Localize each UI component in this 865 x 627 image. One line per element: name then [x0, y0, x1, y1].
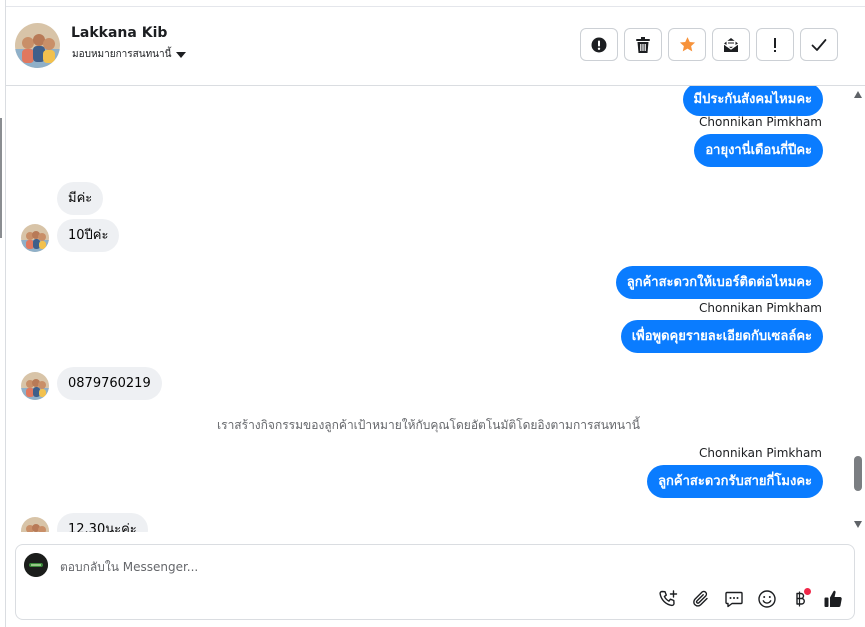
- exclamation-icon: [774, 37, 776, 52]
- baht-icon[interactable]: [789, 588, 811, 610]
- message-thread[interactable]: มีประกันสังคมไหมคะ Chonnikan Pimkham อาย…: [6, 86, 851, 532]
- checkmark-icon: [811, 38, 827, 51]
- page-avatar: [24, 553, 48, 577]
- contact-avatar-small: [21, 224, 49, 252]
- message-bubble-outgoing[interactable]: ลูกค้าสะดวกรับสายกี่โมงคะ: [647, 465, 823, 498]
- report-spam-button[interactable]: [580, 28, 618, 61]
- sender-name: Chonnikan Pimkham: [699, 301, 822, 315]
- caret-down-icon: [176, 52, 187, 58]
- system-note: เราสร้างกิจกรรมของลูกค้าเป้าหมายให้กับคุ…: [217, 418, 640, 432]
- composer-tools: [657, 588, 844, 610]
- star-icon: [679, 37, 695, 52]
- follow-up-button[interactable]: [756, 28, 794, 61]
- sender-name: Chonnikan Pimkham: [699, 446, 822, 460]
- message-bubble-incoming[interactable]: 10ปีค่ะ: [57, 219, 120, 252]
- conversation-header: Lakkana Kib มอบหมายการสนทนานี้: [6, 7, 865, 86]
- paperclip-icon[interactable]: [690, 588, 712, 610]
- contact-avatar-small: [21, 372, 49, 400]
- mark-unread-button[interactable]: [712, 28, 750, 61]
- message-bubble-outgoing[interactable]: มีประกันสังคมไหมคะ: [682, 86, 823, 116]
- delete-button[interactable]: [624, 28, 662, 61]
- message-bubble-outgoing[interactable]: เพื่อพูดคุยรายละเอียดกับเซลล์คะ: [620, 320, 823, 353]
- trash-icon: [636, 36, 650, 53]
- envelope-icon: [723, 37, 739, 52]
- assign-conversation-dropdown[interactable]: มอบหมายการสนทนานี้: [72, 47, 187, 62]
- scroll-up-arrow-icon[interactable]: [854, 91, 862, 98]
- star-button[interactable]: [668, 28, 706, 61]
- header-actions: [580, 28, 838, 61]
- reply-composer: [15, 544, 855, 620]
- message-bubble-outgoing[interactable]: อายุงานี่เดือนกี่ปีคะ: [694, 134, 823, 167]
- phone-plus-icon[interactable]: [657, 588, 679, 610]
- message-bubble-incoming[interactable]: มีค่ะ: [57, 182, 104, 215]
- contact-avatar-small: [21, 517, 49, 532]
- reply-input[interactable]: [60, 557, 560, 577]
- messenger-inbox: Lakkana Kib มอบหมายการสนทนานี้ มีประกันส…: [0, 0, 865, 627]
- mark-done-button[interactable]: [800, 28, 838, 61]
- sender-name: Chonnikan Pimkham: [699, 115, 822, 129]
- chat-bubble-icon[interactable]: [723, 588, 745, 610]
- thumbs-up-icon[interactable]: [822, 588, 844, 610]
- assign-label: มอบหมายการสนทนานี้: [72, 49, 172, 60]
- alert-circle-icon: [591, 37, 607, 52]
- message-bubble-incoming[interactable]: 12.30นะค่ะ: [57, 513, 148, 532]
- panel-scroll-indicator: [0, 118, 2, 238]
- message-bubble-incoming[interactable]: 0879760219: [57, 367, 162, 400]
- contact-avatar[interactable]: [15, 23, 60, 68]
- notification-dot: [804, 588, 811, 595]
- contact-name[interactable]: Lakkana Kib: [71, 25, 167, 41]
- message-bubble-outgoing[interactable]: ลูกค้าสะดวกให้เบอร์ติดต่อไหมคะ: [615, 266, 823, 299]
- thread-scrollbar[interactable]: [851, 86, 865, 532]
- smiley-icon[interactable]: [756, 588, 778, 610]
- scroll-down-arrow-icon[interactable]: [854, 521, 862, 528]
- scrollbar-thumb[interactable]: [854, 456, 862, 491]
